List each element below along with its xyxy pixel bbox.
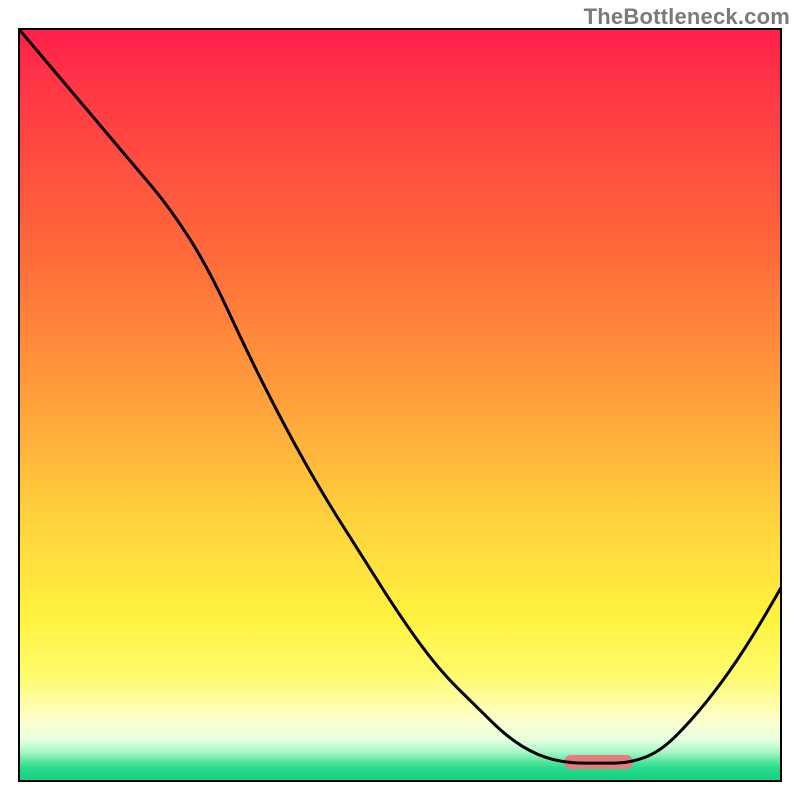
watermark-text: TheBottleneck.com [584, 4, 790, 30]
bottleneck-curve [18, 28, 782, 763]
curve-svg [18, 28, 782, 782]
chart-container: TheBottleneck.com [0, 0, 800, 800]
plot-area [18, 28, 782, 782]
